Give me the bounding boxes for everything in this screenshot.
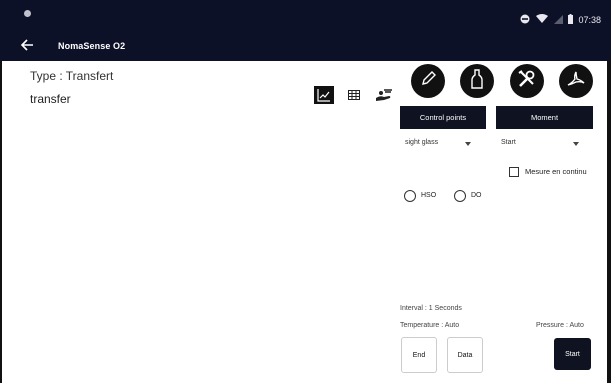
view-switcher: [314, 86, 394, 104]
bottle-button[interactable]: [460, 64, 494, 98]
table-view-icon[interactable]: [344, 86, 364, 104]
pen-button[interactable]: [411, 64, 445, 98]
pdf-icon: [566, 70, 586, 93]
right-border: [607, 61, 611, 383]
signal-icon: [554, 14, 564, 26]
status-icons: 07:38: [520, 14, 601, 26]
notification-dot-icon: [24, 10, 31, 17]
hand-measure-icon[interactable]: [374, 86, 394, 104]
control-point-value: sight glass: [405, 139, 439, 146]
radio-hso-label: HSO: [421, 192, 437, 199]
dnd-icon: [520, 14, 530, 26]
pdf-export-button[interactable]: [559, 64, 593, 98]
app-title: NomaSense O2: [58, 41, 126, 51]
chevron-down-icon: [573, 142, 579, 146]
status-time: 07:38: [578, 15, 601, 25]
pressure-info: Pressure : Auto: [536, 322, 584, 329]
moment-select[interactable]: Start: [501, 139, 579, 153]
moment-button[interactable]: Moment: [496, 106, 593, 129]
subtype-label: transfer: [30, 92, 71, 106]
end-button[interactable]: End: [401, 337, 437, 373]
control-points-button[interactable]: Control points: [400, 106, 486, 129]
pen-icon: [419, 70, 437, 93]
continuous-measure-label: Mesure en continu: [525, 167, 587, 176]
bottle-icon: [470, 68, 484, 94]
temperature-info: Temperature : Auto: [400, 322, 460, 329]
wifi-icon: [535, 14, 549, 26]
radio-do[interactable]: [454, 190, 466, 202]
type-label: Type : Transfert: [30, 69, 114, 83]
app-screen: 07:38 NomaSense O2 Type : Transfert tran…: [0, 0, 611, 383]
moment-value: Start: [501, 139, 516, 146]
left-border: [0, 61, 2, 383]
tools-icon: [517, 69, 537, 94]
settings-tools-button[interactable]: [510, 64, 544, 98]
app-bar: NomaSense O2: [0, 34, 611, 61]
start-button[interactable]: Start: [554, 338, 591, 370]
chart-view-icon[interactable]: [314, 86, 334, 104]
continuous-measure-checkbox[interactable]: [509, 167, 519, 177]
control-point-select[interactable]: sight glass: [405, 139, 471, 153]
chevron-down-icon: [465, 142, 471, 146]
data-button[interactable]: Data: [447, 337, 483, 373]
radio-hso[interactable]: [404, 190, 416, 202]
radio-do-label: DO: [471, 192, 482, 199]
interval-info: Interval : 1 Seconds: [400, 305, 462, 312]
battery-icon: [568, 14, 574, 26]
back-arrow-icon[interactable]: [20, 35, 34, 58]
status-bar: 07:38: [0, 0, 611, 34]
